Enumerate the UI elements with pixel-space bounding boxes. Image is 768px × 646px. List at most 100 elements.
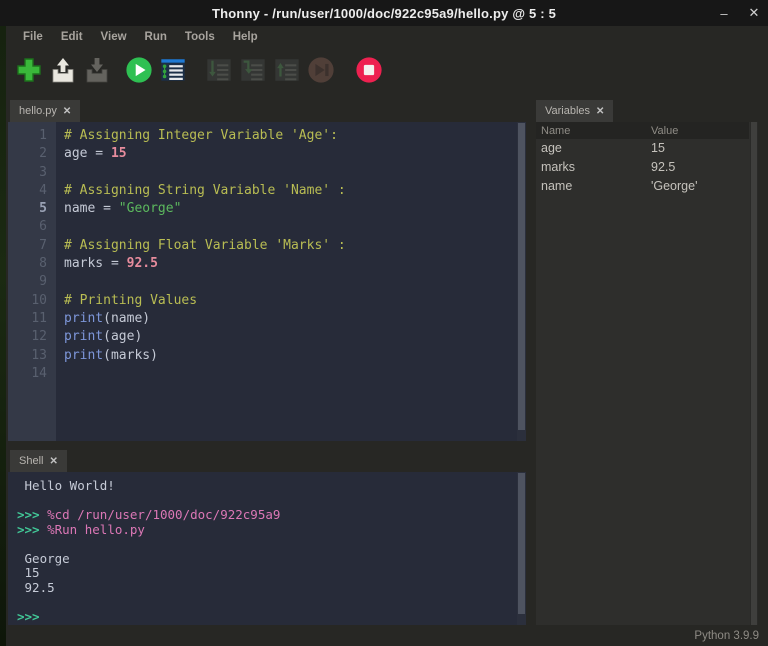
load-file-button[interactable] [47, 56, 79, 88]
line-number: 7 [8, 237, 56, 255]
menu-file[interactable]: File [14, 29, 52, 45]
variables-scrollbar-thumb[interactable] [751, 122, 757, 625]
shell-line-10[interactable]: >>> [17, 610, 526, 625]
editor-scrollbar-thumb[interactable] [518, 123, 525, 430]
shell-line-8[interactable]: 92.5 [17, 581, 526, 596]
code-segment-output: 92.5 [17, 580, 55, 595]
editor-line-9[interactable]: 9 [8, 273, 526, 291]
menu-help[interactable]: Help [224, 29, 267, 45]
code-segment-comment: # Printing Values [64, 293, 197, 308]
menu-view[interactable]: View [92, 29, 136, 45]
shell-line-7[interactable]: 15 [17, 566, 526, 581]
variable-value: 'George' [651, 179, 697, 193]
menu-run[interactable]: Run [136, 29, 176, 45]
tab-close-icon[interactable]: ✕ [49, 456, 57, 467]
step-out-button[interactable] [271, 56, 303, 88]
editor-line-10[interactable]: 10# Printing Values [8, 292, 526, 310]
step-over-icon [205, 56, 233, 89]
stop-button[interactable] [353, 56, 385, 88]
code-segment-code: age = [64, 146, 111, 161]
new-file-button[interactable] [13, 56, 45, 88]
shell-line-5[interactable] [17, 537, 526, 552]
code-segment-output: George [17, 551, 70, 566]
editor-code: 1# Assigning Integer Variable 'Age':2 age… [8, 127, 526, 383]
shell-scrollbar-thumb[interactable] [518, 473, 525, 614]
debug-icon [159, 56, 187, 89]
tab-close-icon[interactable]: ✕ [63, 106, 71, 117]
editor-line-12[interactable]: 12print(age) [8, 328, 526, 346]
shell-line-3[interactable]: >>> %cd /run/user/1000/doc/922c95a9 [17, 508, 526, 523]
code-segment-comment: # Assigning String Variable 'Name' : [64, 183, 346, 198]
editor-line-5[interactable]: 5name = "George" [8, 200, 526, 218]
variables-rows: age15marks92.5name'George' [536, 139, 749, 195]
column-header-name[interactable]: Name [536, 125, 651, 137]
menubar: FileEditViewRunToolsHelp [6, 26, 768, 47]
variable-row-name[interactable]: name'George' [536, 176, 749, 195]
tab-hello-py[interactable]: hello.py ✕ [10, 100, 80, 122]
step-over-button[interactable] [203, 56, 235, 88]
editor-line-1[interactable]: 1# Assigning Integer Variable 'Age': [8, 127, 526, 145]
line-number: 13 [8, 347, 56, 365]
plus-icon [15, 56, 43, 89]
tab-close-icon[interactable]: ✕ [596, 106, 604, 117]
tab-variables[interactable]: Variables ✕ [536, 100, 613, 122]
code-segment-builtin: print [64, 311, 103, 326]
resume-icon [307, 56, 335, 89]
thonny-window: Thonny - /run/user/1000/doc/922c95a9/hel… [0, 0, 768, 646]
close-button[interactable]: ✕ [746, 5, 762, 21]
line-number: 2 [8, 145, 56, 163]
editor-line-4[interactable]: 4 # Assigning String Variable 'Name' : [8, 182, 526, 200]
code-segment-code: marks = [64, 256, 127, 271]
editor-line-8[interactable]: 8marks = 92.5 [8, 255, 526, 273]
code-text: # Printing Values [56, 292, 197, 310]
titlebar[interactable]: Thonny - /run/user/1000/doc/922c95a9/hel… [0, 0, 768, 26]
line-number: 12 [8, 328, 56, 346]
save-file-button[interactable] [81, 56, 113, 88]
shell-line-2[interactable] [17, 494, 526, 509]
code-text: marks = 92.5 [56, 255, 158, 273]
editor-line-13[interactable]: 13print(marks) [8, 347, 526, 365]
line-number: 1 [8, 127, 56, 145]
variable-row-marks[interactable]: marks92.5 [536, 158, 749, 177]
editor-line-3[interactable]: 3 [8, 164, 526, 182]
window-controls: – ✕ [716, 0, 762, 26]
variables-header: Name Value [536, 122, 749, 139]
editor-panel[interactable]: 1# Assigning Integer Variable 'Age':2 age… [8, 122, 526, 441]
code-text: # Assigning Integer Variable 'Age': [56, 127, 338, 145]
step-into-button[interactable] [237, 56, 269, 88]
minimize-button[interactable]: – [716, 6, 732, 21]
line-number: 4 [8, 182, 56, 200]
shell-line-1[interactable]: Hello World! [17, 479, 526, 494]
debug-script-button[interactable] [157, 56, 189, 88]
variables-scrollbar[interactable] [750, 122, 758, 625]
menu-tools[interactable]: Tools [176, 29, 224, 45]
variable-row-age[interactable]: age15 [536, 139, 749, 158]
line-number: 14 [8, 365, 56, 383]
menu-edit[interactable]: Edit [52, 29, 92, 45]
resume-button[interactable] [305, 56, 337, 88]
shell-line-9[interactable] [17, 595, 526, 610]
editor-line-7[interactable]: 7 # Assigning Float Variable 'Marks' : [8, 237, 526, 255]
code-segment-number: 15 [111, 146, 127, 161]
code-segment-code: (marks) [103, 348, 158, 363]
editor-line-14[interactable]: 14 [8, 365, 526, 383]
shell-line-4[interactable]: >>> %Run hello.py [17, 523, 526, 538]
run-script-button[interactable] [123, 56, 155, 88]
shell-line-6[interactable]: George [17, 552, 526, 567]
code-segment-comment: # Assigning Float Variable 'Marks' : [64, 238, 346, 253]
shell-panel[interactable]: Hello World! >>> %cd /run/user/1000/doc/… [8, 472, 526, 625]
code-segment-magic: %cd /run/user/1000/doc/922c95a9 [47, 507, 280, 522]
editor-line-2[interactable]: 2 age = 15 [8, 145, 526, 163]
editor-line-11[interactable]: 11print(name) [8, 310, 526, 328]
code-segment-string: "George" [119, 201, 182, 216]
editor-line-6[interactable]: 6 [8, 218, 526, 236]
shell-scrollbar[interactable] [517, 472, 526, 625]
tab-label: Variables [545, 105, 590, 117]
editor-scrollbar[interactable] [517, 122, 526, 441]
save-file-icon [83, 56, 111, 89]
code-text [56, 218, 72, 236]
tab-shell[interactable]: Shell ✕ [10, 450, 67, 472]
column-header-value[interactable]: Value [651, 125, 678, 137]
line-number: 3 [8, 164, 56, 182]
toolbar [6, 47, 768, 97]
